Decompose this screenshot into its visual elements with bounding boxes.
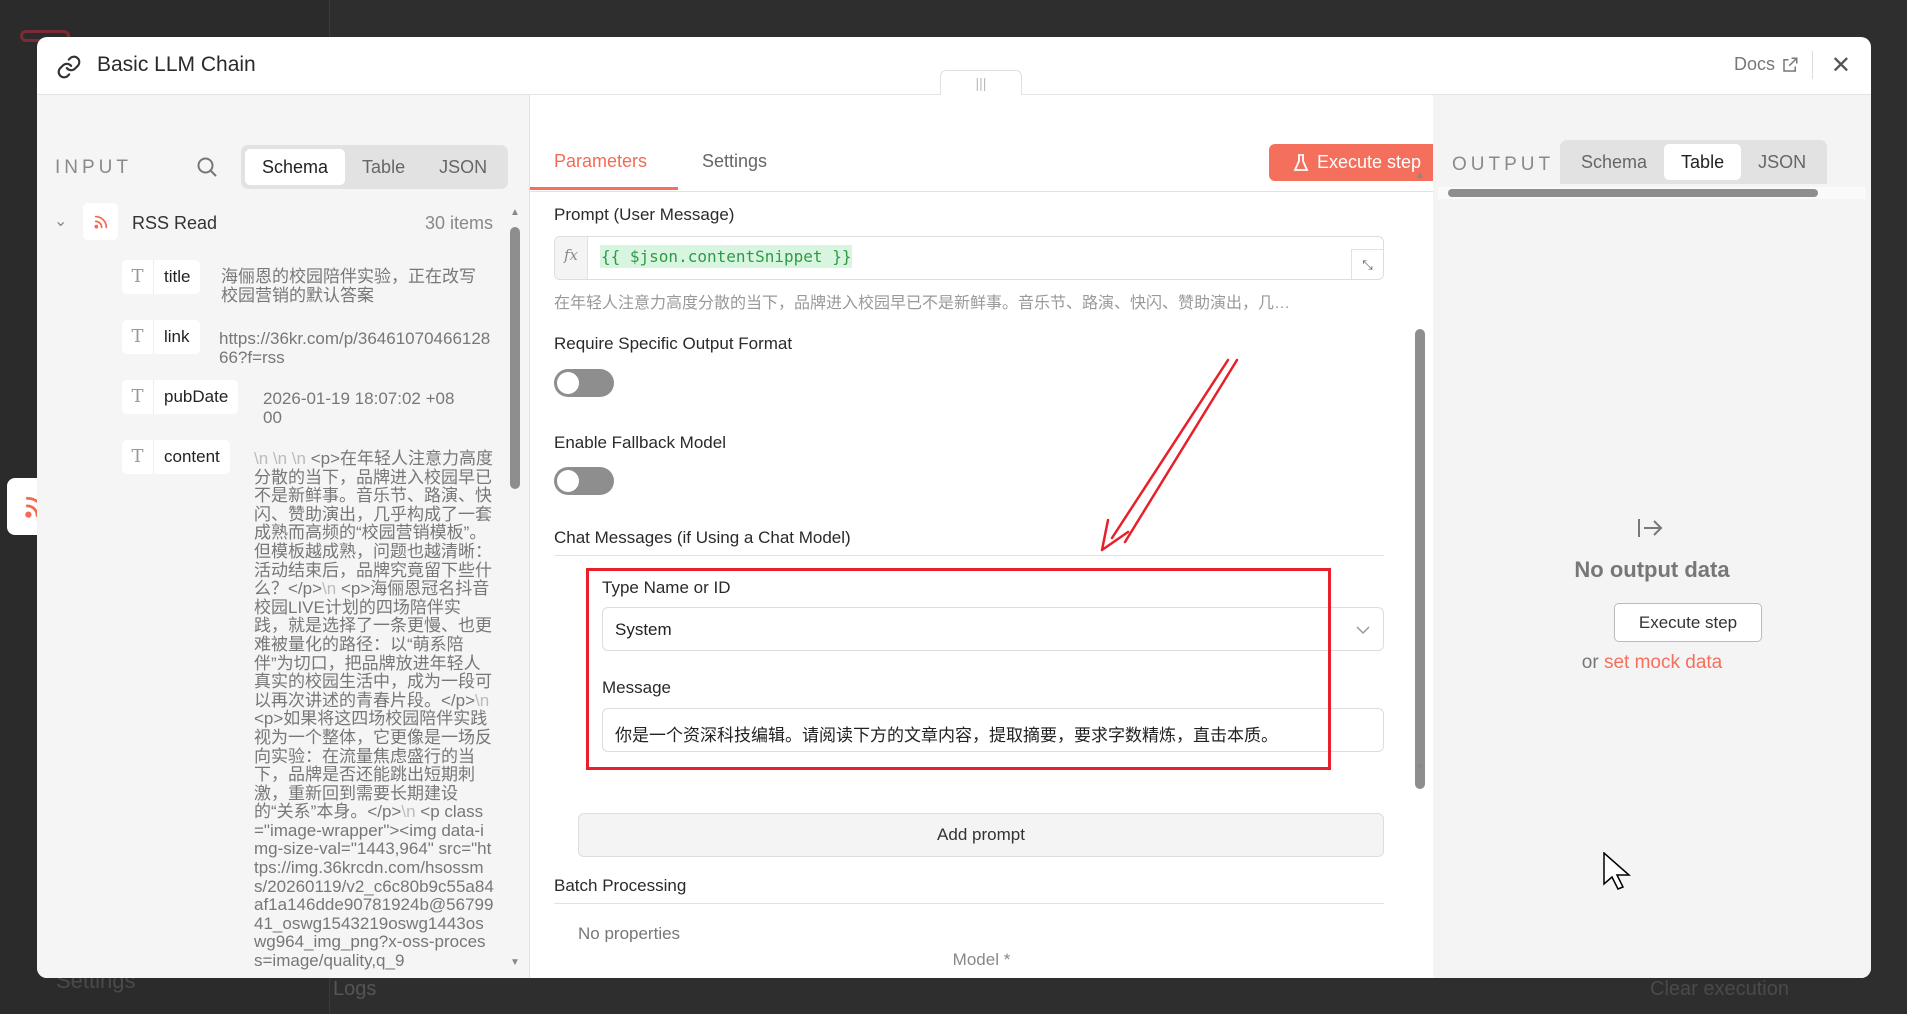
string-type-icon: T [122,260,154,294]
input-panel: INPUT Schema Table JSON ⌄ RSS Read 30 it… [37,95,530,978]
link-icon [57,55,81,79]
tab-schema[interactable]: Schema [245,149,346,185]
modal-title: Basic LLM Chain [97,53,256,76]
no-properties-text: No properties [578,924,681,942]
scroll-up-arrow[interactable]: ▲ [1415,170,1425,181]
or-text: or [1581,652,1599,673]
active-tab-underline [530,187,678,190]
chat-messages-label: Chat Messages (if Using a Chat Model) [554,528,851,547]
fx-icon: fx [555,237,588,279]
no-output-title: No output data [1574,557,1730,582]
close-icon[interactable]: ✕ [1831,51,1851,80]
tab-parameters[interactable]: Parameters [554,151,647,172]
logs-tab[interactable]: Logs [333,978,376,1001]
tabs-divider [530,191,1433,192]
clear-execution-button[interactable]: Clear execution [1650,978,1789,1001]
output-execute-step-button[interactable]: Execute step [1614,603,1762,642]
arrow-right-to-line-icon [1638,519,1663,537]
string-type-icon: T [122,440,154,474]
newline-escape: \n [475,690,490,710]
scroll-down-arrow[interactable]: ▼ [1415,762,1425,773]
content-text: <p class="image-wrapper"><img data-img-s… [254,802,494,971]
params-scrollbar[interactable]: ▲ ▼ [1413,170,1427,789]
tab-json[interactable]: JSON [422,149,504,185]
section-divider [554,903,1384,904]
field-value: https://36kr.com/p/3646107046612866?f=rs… [219,329,491,367]
field-value: 海俪恩的校园陪伴实验，正在改写校园营销的默认答案 [221,267,476,305]
prompt-preview: 在年轻人注意力高度分散的当下，品牌进入校园早已不是新鲜事。音乐节、路演、快闪、赞… [554,295,1291,312]
chevron-down-icon [1356,626,1370,635]
string-type-icon: T [122,320,154,354]
field-key: title [164,267,191,286]
search-icon[interactable] [195,155,219,179]
scroll-down-arrow[interactable]: ▼ [510,957,520,968]
docs-label: Docs [1733,54,1775,74]
prompt-input[interactable]: fx {{ $json.contentSnippet }} ⤡ [554,236,1384,280]
output-label: OUTPUT [1452,154,1555,175]
node-name: RSS Read [132,213,218,233]
mock-data-hint: or set mock data [1433,652,1871,674]
add-prompt-button[interactable]: Add prompt [578,813,1384,857]
fallback-model-toggle[interactable] [554,467,614,495]
scroll-thumb[interactable] [1415,329,1425,789]
scroll-thumb[interactable] [510,227,520,489]
tab-table[interactable]: Table [1664,144,1742,180]
newline-escape: \n \n \n [254,449,311,468]
require-format-label: Require Specific Output Format [554,334,793,353]
output-panel: OUTPUT Schema Table JSON No output data … [1433,95,1871,978]
parameters-panel: Parameters Settings Execute step Prompt … [530,95,1445,978]
tab-schema[interactable]: Schema [1564,144,1664,180]
field-value: \n \n \n <p>在年轻人注意力高度分散的当下，品牌进入校园早已不是新鲜事… [254,449,494,971]
require-format-toggle[interactable] [554,369,614,397]
horizontal-scrollbar[interactable] [1438,187,1866,199]
field-pubdate: TpubDate [122,380,239,414]
rss-icon [93,215,107,229]
field-link: Tlink [122,320,200,354]
rss-node-badge [83,203,118,240]
docs-link[interactable]: Docs [1734,54,1799,75]
field-title: Ttitle [122,260,201,294]
set-mock-data-link[interactable]: set mock data [1604,652,1722,673]
tab-json[interactable]: JSON [1741,144,1823,180]
model-connector-label: Model * [952,950,1011,969]
input-view-tabs: Schema Table JSON [241,145,509,189]
flask-icon [1293,153,1309,171]
string-type-icon: T [122,380,154,414]
scroll-thumb[interactable] [1448,189,1818,197]
expand-editor-icon[interactable]: ⤡ [1351,249,1383,279]
output-view-tabs: Schema Table JSON [1560,140,1828,184]
external-link-icon [1783,57,1798,72]
field-key: content [164,447,220,466]
field-value: 2026-01-19 18:07:02 +0800 [263,389,455,427]
item-count: 30 items [424,213,493,233]
batch-processing-label: Batch Processing [554,876,687,895]
tab-settings[interactable]: Settings [702,151,767,172]
prompt-label: Prompt (User Message) [554,205,735,224]
mouse-cursor-icon [1603,852,1631,890]
field-key: pubDate [164,387,229,406]
header-divider [1812,51,1813,79]
annotation-highlight-box [586,568,1331,770]
fallback-model-label: Enable Fallback Model [554,433,726,452]
content-text: <p>在年轻人注意力高度分散的当下，品牌进入校园早已不是新鲜事。音乐节、路演、快… [254,449,494,599]
node-details-modal: Basic LLM Chain Docs ✕ ||| INPUT Schema … [37,37,1871,978]
field-content: Tcontent [122,440,230,474]
section-divider [554,555,1384,556]
content-text: <p>海俪恩冠名抖音校园LIVE计划的四场陪伴实践，就是选择了一条更慢、也更难被… [254,579,492,710]
newline-escape: \n [401,802,421,822]
newline-escape: \n [322,579,341,599]
panel-drag-handle[interactable]: ||| [940,70,1022,96]
scroll-up-arrow[interactable]: ▲ [510,207,520,218]
input-scrollbar[interactable]: ▲ ▼ [508,207,522,978]
prompt-expression: {{ $json.contentSnippet }} [600,245,853,268]
input-label: INPUT [55,157,132,178]
chevron-down-icon[interactable]: ⌄ [54,211,67,231]
execute-step-label: Execute step [1316,152,1422,172]
tab-table[interactable]: Table [345,149,422,185]
field-key: link [164,327,190,346]
